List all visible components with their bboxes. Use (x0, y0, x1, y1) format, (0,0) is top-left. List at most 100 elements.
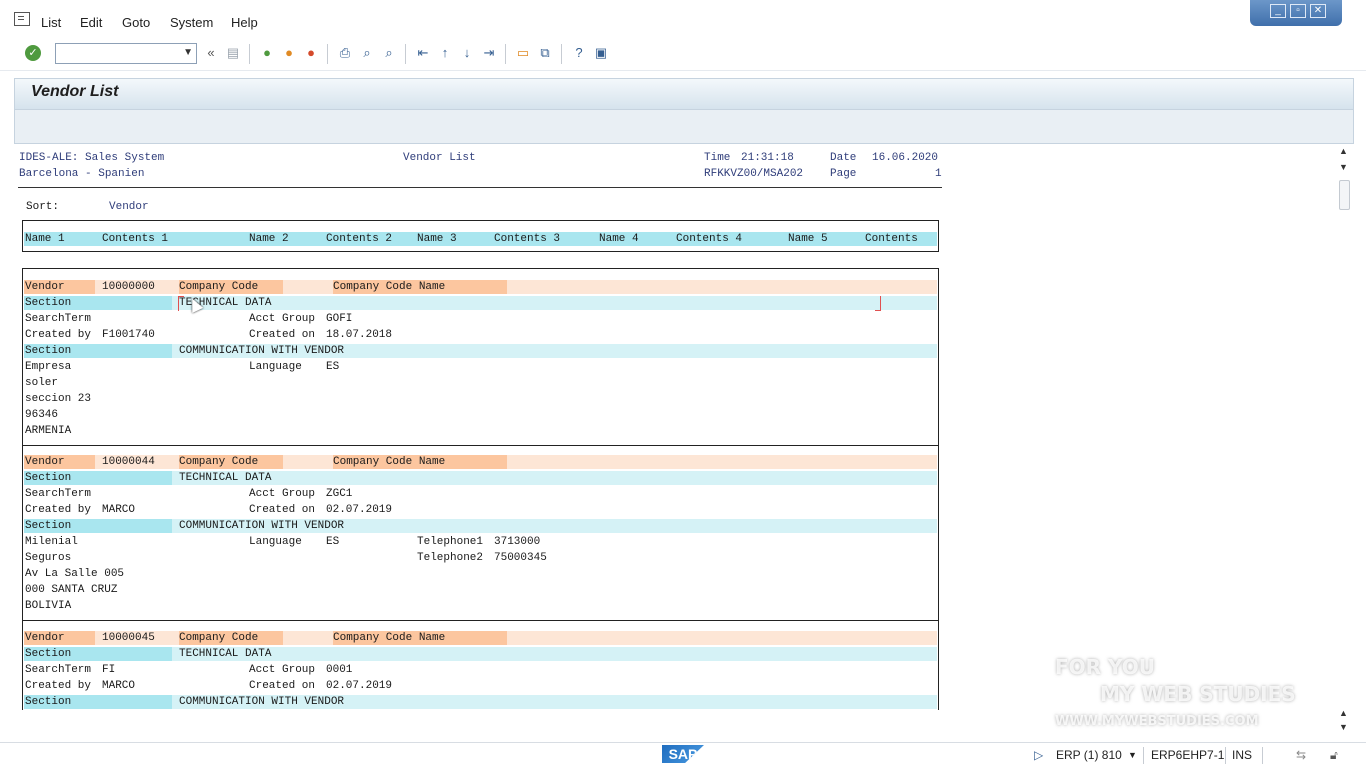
chevron-down-icon[interactable]: ▼ (1128, 750, 1137, 760)
page-number: 1 (935, 168, 942, 180)
previous-page-icon[interactable]: ↑ (437, 45, 453, 61)
toolbar-separator (249, 44, 250, 64)
column-name-3: Name 3 (417, 233, 457, 245)
section-label: Section (25, 345, 72, 357)
created-by-value: F1001740 (102, 329, 155, 341)
system-menu-icon[interactable] (14, 12, 30, 26)
print-icon[interactable]: ⎙ (337, 45, 353, 61)
scroll-up-icon[interactable]: ▲ (1339, 146, 1348, 156)
scroll-thumb[interactable] (1339, 180, 1350, 210)
status-separator (1262, 747, 1263, 764)
status-bar: SAP ▷ ERP (1) 810 ▼ ERP6EHP7-1 INS ⇆ 🔓︎ (0, 742, 1366, 769)
vendor-number[interactable]: 10000045 (102, 630, 155, 646)
address-line: soler (25, 377, 59, 389)
sap-logo: SAP (662, 745, 704, 763)
section-label: Section (25, 696, 72, 708)
section-label: Section (25, 472, 72, 484)
vendor-block: Vendor 10000045 Company Code Company Cod… (22, 620, 939, 710)
save-icon[interactable]: ▤ (225, 45, 241, 61)
language-value: ES (326, 361, 340, 373)
search-term-value: FI (102, 664, 116, 676)
technical-data-label: TECHNICAL DATA (179, 472, 272, 484)
menu-system[interactable]: System (170, 15, 213, 30)
menu-list[interactable]: List (41, 15, 61, 30)
company-code-label: Company Code (179, 632, 259, 644)
vendor-number[interactable]: 10000044 (102, 454, 155, 470)
company-code-name-label: Company Code Name (333, 632, 446, 644)
created-by-label: Created by (25, 680, 92, 692)
find-next-icon[interactable]: ⌕ (381, 45, 397, 61)
scroll-up-icon[interactable]: ▲ (1339, 708, 1348, 718)
customize-layout-icon[interactable]: ▣ (593, 45, 609, 61)
vendor-block: Vendor 10000000 Company Code Company Cod… (22, 268, 939, 446)
language-label: Language (249, 361, 302, 373)
enter-icon[interactable]: ✓ (25, 45, 41, 61)
toolbar-separator (561, 44, 562, 64)
address-line: BOLIVIA (25, 600, 72, 612)
created-on-label: Created on (249, 680, 316, 692)
search-term-label: SearchTerm (25, 313, 92, 325)
scroll-down-icon[interactable]: ▼ (1339, 722, 1348, 732)
company-code-label: Company Code (179, 281, 259, 293)
sort-label: Sort: (26, 201, 60, 213)
selection-marker-right (875, 296, 881, 311)
column-contents-1: Contents 1 (102, 233, 169, 245)
address-line: seccion 23 (25, 393, 92, 405)
last-page-icon[interactable]: ⇥ (481, 45, 497, 61)
page-label: Page (830, 168, 857, 180)
menu-goto[interactable]: Goto (122, 15, 150, 30)
report-list[interactable]: IDES-ALE: Sales System Barcelona - Spani… (0, 146, 1336, 710)
date-label: Date (830, 152, 857, 164)
exit-icon[interactable]: ● (281, 45, 297, 61)
acct-group-value: 0001 (326, 664, 353, 676)
communication-label: COMMUNICATION WITH VENDOR (179, 345, 345, 357)
report-title: Vendor List (403, 152, 476, 164)
close-icon[interactable]: ✕ (1310, 4, 1326, 18)
toolbar-separator (327, 44, 328, 64)
communication-label: COMMUNICATION WITH VENDOR (179, 696, 345, 708)
created-by-label: Created by (25, 329, 92, 341)
cancel-icon[interactable]: ● (303, 45, 319, 61)
vendor-block: Vendor 10000044 Company Code Company Cod… (22, 444, 939, 621)
lock-icon[interactable]: 🔓︎ (1330, 748, 1338, 763)
vertical-scrollbar[interactable]: ▲ ▼ ▲ ▼ (1337, 146, 1351, 732)
column-name-4: Name 4 (599, 233, 639, 245)
restore-icon[interactable]: ▫ (1290, 4, 1306, 18)
command-field[interactable]: ▼ (55, 43, 197, 64)
section-label: Section (25, 297, 72, 309)
next-page-icon[interactable]: ↓ (459, 45, 475, 61)
language-value: ES (326, 536, 340, 548)
help-icon[interactable]: ? (571, 45, 587, 61)
title-panel: Vendor List (14, 78, 1354, 144)
telephone1-label: Telephone1 (417, 536, 484, 548)
status-separator (1143, 747, 1144, 764)
company-code-name-label: Company Code Name (333, 456, 446, 468)
status-expand-icon[interactable]: ▷ (1034, 748, 1043, 762)
column-contents-3: Contents 3 (494, 233, 561, 245)
program-name: RFKKVZ00/MSA202 (704, 168, 804, 180)
watermark-line-2: MY WEB STUDIES (1100, 682, 1296, 706)
menu-edit[interactable]: Edit (80, 15, 102, 30)
header-divider (18, 187, 942, 188)
created-on-label: Created on (249, 329, 316, 341)
create-session-icon[interactable]: ▭ (515, 45, 531, 61)
page-title: Vendor List (31, 83, 119, 100)
address-line: Av La Salle 005 (25, 568, 125, 580)
created-by-label: Created by (25, 504, 92, 516)
report-system: IDES-ALE: Sales System (19, 152, 165, 164)
find-icon[interactable]: ⌕ (359, 45, 375, 61)
back-icon[interactable]: ● (259, 45, 275, 61)
menu-help[interactable]: Help (231, 15, 258, 30)
shortcut-icon[interactable]: ⧉ (537, 45, 553, 61)
scroll-up-icon[interactable]: ▼ (1339, 162, 1348, 172)
first-page-icon[interactable]: ⇤ (415, 45, 431, 61)
address-line: Empresa (25, 361, 72, 373)
created-on-value: 18.07.2018 (326, 329, 393, 341)
company-code-name-label: Company Code Name (333, 281, 446, 293)
vendor-number[interactable]: 10000000 (102, 279, 155, 295)
time-value: 21:31:18 (741, 152, 794, 164)
back-arrows-icon[interactable]: « (203, 45, 219, 61)
chevron-down-icon[interactable]: ▼ (183, 47, 193, 58)
minimize-icon[interactable]: _ (1270, 4, 1286, 18)
created-on-value: 02.07.2019 (326, 680, 393, 692)
